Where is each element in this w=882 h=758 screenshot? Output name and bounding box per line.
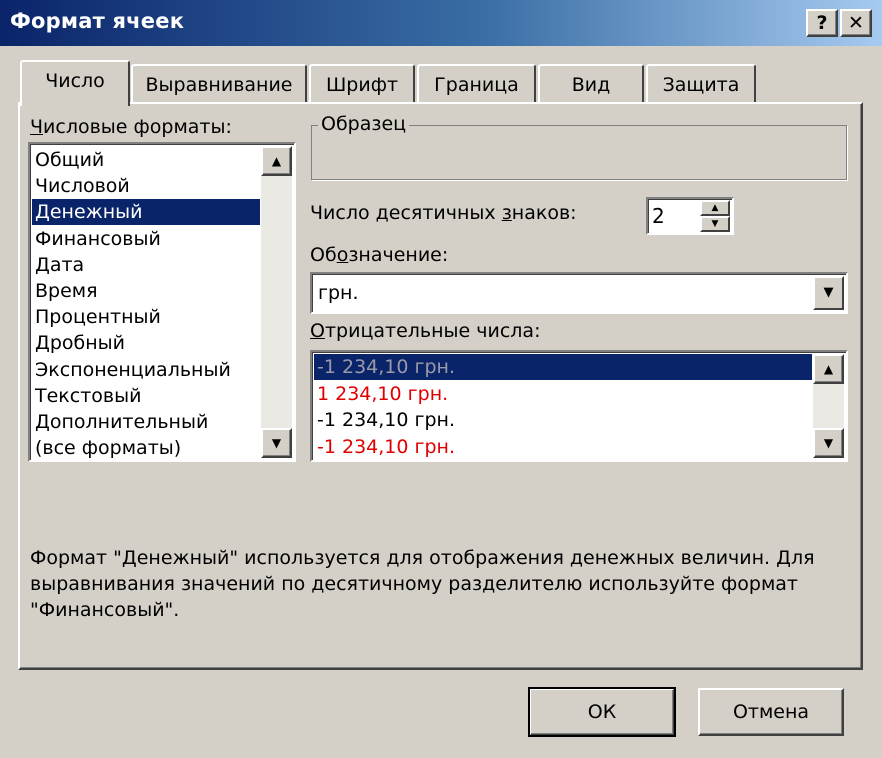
spin-down-button[interactable]: ▼ bbox=[700, 216, 730, 232]
symbol-value: грн. bbox=[318, 282, 359, 304]
format-item[interactable]: Дополнительный bbox=[32, 409, 260, 435]
format-item[interactable]: Финансовый bbox=[32, 226, 260, 252]
spin-up-arrow-icon: ▲ bbox=[711, 203, 719, 213]
spin-up-button[interactable]: ▲ bbox=[700, 200, 730, 216]
symbol-label: Обозначение: bbox=[310, 244, 449, 266]
dropdown-arrow-icon: ▼ bbox=[823, 285, 834, 300]
format-item[interactable]: Денежный bbox=[32, 199, 260, 226]
scroll-down-arrow-icon: ▼ bbox=[271, 436, 282, 450]
negative-number-item[interactable]: -1 234,10 грн. bbox=[314, 407, 812, 433]
negative-scroll-down-button[interactable]: ▼ bbox=[813, 428, 844, 458]
negative-label: Отрицательные числа: bbox=[310, 320, 541, 342]
format-item[interactable]: Дробный bbox=[32, 330, 260, 356]
negative-scrollbar[interactable]: ▲ ▼ bbox=[813, 354, 844, 458]
format-item[interactable]: Текстовый bbox=[32, 383, 260, 409]
format-item[interactable]: Дата bbox=[32, 252, 260, 278]
scroll-up-button[interactable]: ▲ bbox=[261, 146, 292, 176]
negative-numbers-list[interactable]: -1 234,10 грн. 1 234,10 грн. -1 234,10 грн… bbox=[310, 350, 848, 462]
format-item[interactable]: Экспоненциальный bbox=[32, 357, 260, 383]
scroll-up-arrow-icon: ▲ bbox=[823, 362, 834, 376]
decimals-input[interactable]: 2 bbox=[652, 204, 665, 228]
symbol-dropdown-button[interactable]: ▼ bbox=[813, 276, 844, 310]
negative-number-item[interactable]: -1 234,10 грн. bbox=[314, 434, 812, 460]
symbol-select[interactable]: грн. ▼ bbox=[310, 272, 848, 314]
format-description: Формат "Денежный" используется для отобр… bbox=[30, 547, 815, 621]
decimals-spinner[interactable]: 2 ▲ ▼ bbox=[646, 197, 734, 235]
sample-legend: Образец bbox=[318, 113, 410, 135]
formats-scrollbar[interactable]: ▲ ▼ bbox=[261, 146, 292, 458]
format-item[interactable]: Общий bbox=[32, 147, 260, 173]
negative-scroll-up-button[interactable]: ▲ bbox=[813, 354, 844, 384]
sample-group: Образец bbox=[311, 113, 847, 180]
formats-label: Числовые форматы: bbox=[30, 116, 232, 138]
format-item[interactable]: (все форматы) bbox=[32, 435, 260, 461]
spin-down-arrow-icon: ▼ bbox=[711, 219, 719, 229]
scroll-up-arrow-icon: ▲ bbox=[271, 154, 282, 168]
cancel-button[interactable]: Отмена bbox=[698, 688, 844, 736]
negative-number-item[interactable]: 1 234,10 грн. bbox=[314, 381, 812, 407]
format-item[interactable]: Время bbox=[32, 278, 260, 304]
scroll-down-button[interactable]: ▼ bbox=[261, 428, 292, 458]
ok-button[interactable]: ОК bbox=[528, 687, 676, 737]
scroll-down-arrow-icon: ▼ bbox=[823, 436, 834, 450]
dialog-content: Числовые форматы: Общий Числовой Денежный Ф… bbox=[0, 0, 882, 758]
format-item[interactable]: Числовой bbox=[32, 173, 260, 199]
decimals-label: Число десятичных знаков: bbox=[310, 202, 577, 224]
negative-number-item[interactable]: -1 234,10 грн. bbox=[314, 354, 812, 380]
formats-list[interactable]: Общий Числовой Денежный Финансовый Дата Время… bbox=[28, 142, 296, 462]
format-item[interactable]: Процентный bbox=[32, 304, 260, 330]
